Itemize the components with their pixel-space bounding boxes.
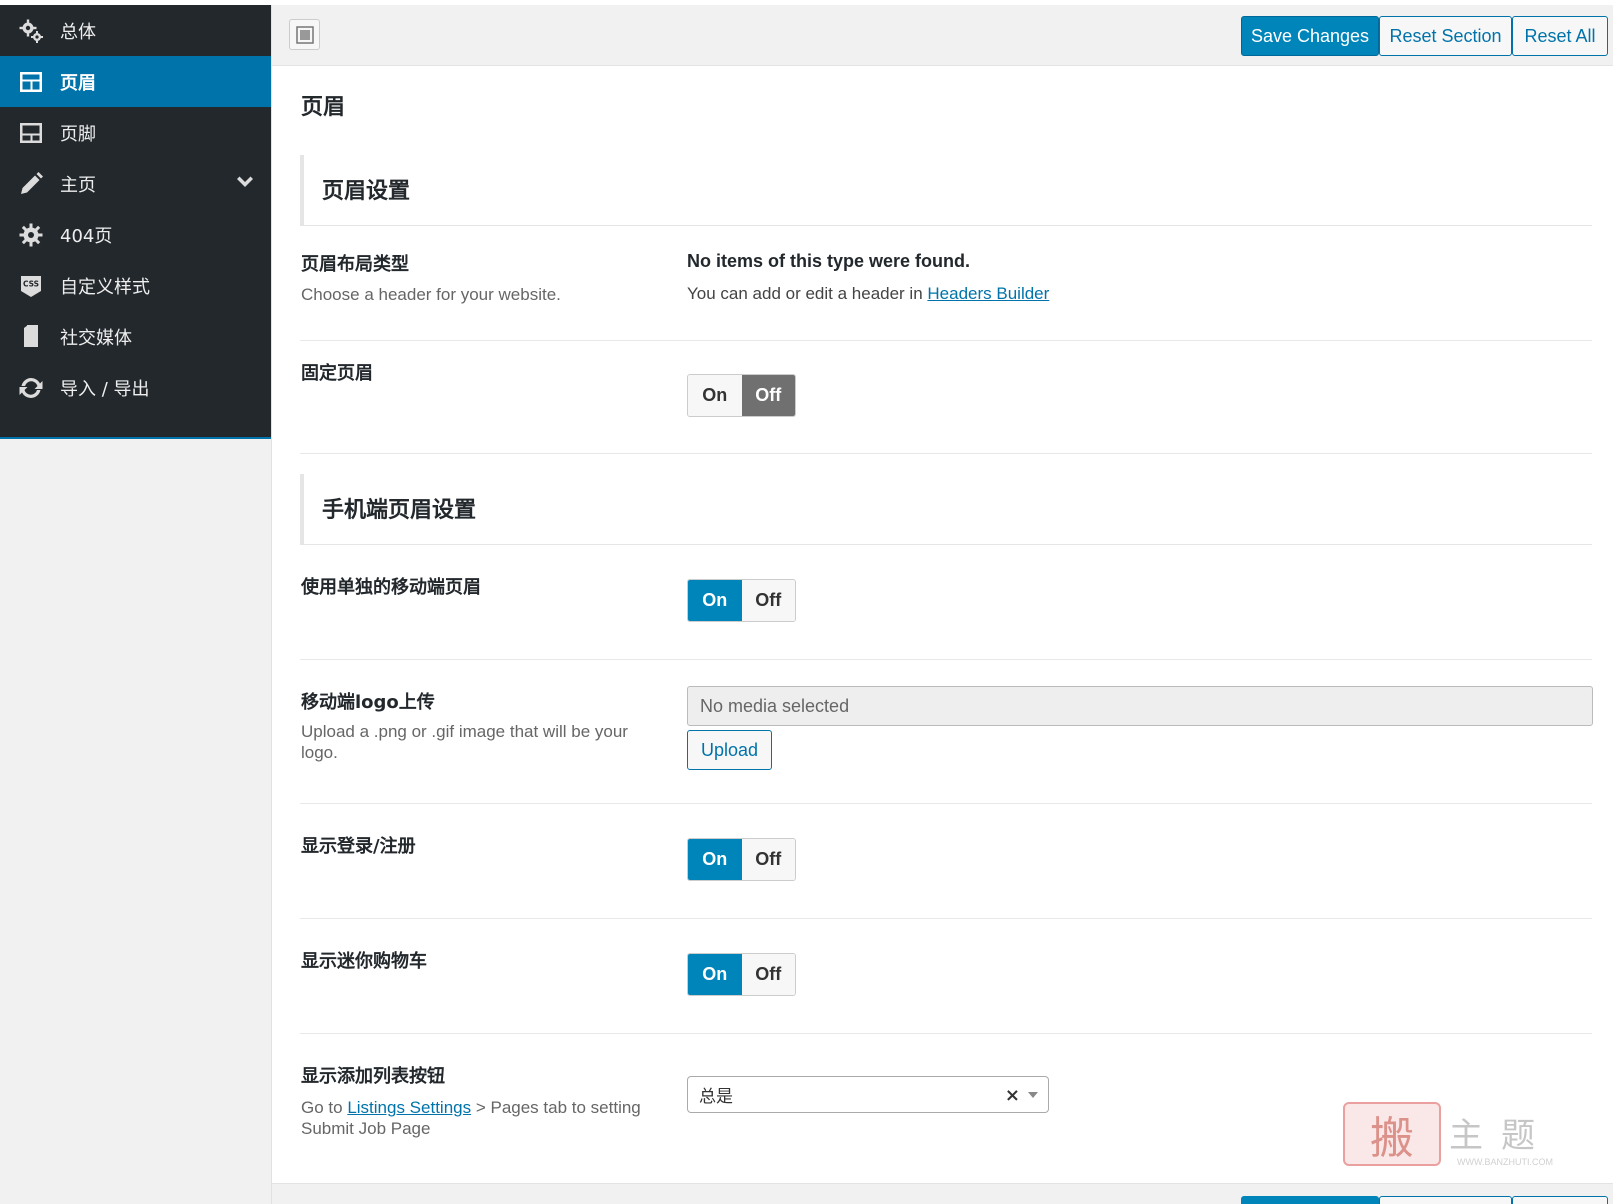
headers-builder-link[interactable]: Headers Builder: [927, 284, 1049, 303]
sidebar-item-label: 导入 / 导出: [60, 378, 150, 400]
upload-button[interactable]: Upload: [687, 730, 772, 770]
select-value: 总是: [699, 1087, 733, 1107]
document-icon: [18, 324, 44, 350]
switch-off-option[interactable]: Off: [741, 954, 795, 995]
row-divider: [300, 918, 1592, 919]
headers-builder-hint: You can add or edit a header in Headers …: [687, 284, 1049, 304]
footer-reset-section-button[interactable]: [1379, 1196, 1512, 1204]
section-header-settings: 页眉设置: [300, 155, 1592, 226]
sticky-header-switch: On Off: [687, 374, 796, 417]
save-changes-button[interactable]: Save Changes: [1241, 16, 1379, 56]
options-sidebar: 总体 页眉 页脚 主页 404页 CSS 自定义样式 社交媒体 导入 / 导出: [0, 5, 271, 439]
sidebar-item-import-export[interactable]: 导入 / 导出: [0, 362, 271, 413]
expand-options-button[interactable]: [289, 19, 320, 50]
sidebar-item-homepage[interactable]: 主页: [0, 158, 271, 209]
sidebar-item-footer[interactable]: 页脚: [0, 107, 271, 158]
sidebar-item-general[interactable]: 总体: [0, 5, 271, 56]
dropdown-arrow-icon[interactable]: [1028, 1092, 1038, 1098]
sidebar-item-404[interactable]: 404页: [0, 209, 271, 260]
sidebar-item-label: 页脚: [60, 123, 96, 145]
separate-mobile-header-switch: On Off: [687, 579, 796, 622]
switch-off-option[interactable]: Off: [741, 580, 795, 621]
sidebar-item-label: 页眉: [60, 72, 96, 94]
field-title: 显示迷你购物车: [301, 951, 427, 972]
field-description: Choose a header for your website.: [301, 285, 561, 304]
gear-icon: [18, 222, 44, 248]
field-title: 移动端logo上传: [301, 692, 435, 713]
gears-icon: [18, 18, 44, 44]
switch-on-option[interactable]: On: [688, 954, 742, 995]
media-url-input[interactable]: No media selected: [687, 686, 1593, 726]
options-panel: Save Changes Reset Section Reset All 页眉 …: [271, 5, 1613, 1204]
row-divider: [300, 340, 1592, 341]
footer-reset-all-button[interactable]: [1512, 1196, 1608, 1204]
row-divider: [300, 453, 1592, 454]
field-title: 显示登录/注册: [301, 836, 416, 857]
field-title: 显示添加列表按钮: [301, 1066, 445, 1087]
add-listing-select[interactable]: 总是 ×: [687, 1076, 1049, 1113]
reset-all-button[interactable]: Reset All: [1512, 16, 1608, 56]
css-icon: CSS: [18, 273, 44, 299]
sidebar-item-label: 总体: [60, 21, 96, 43]
field-title: 页眉布局类型: [301, 254, 409, 275]
field-title: 使用单独的移动端页眉: [301, 577, 481, 598]
watermark-url: WWW.BANZHUTI.COM: [1457, 1157, 1553, 1167]
chevron-down-icon[interactable]: [235, 173, 255, 193]
site-watermark: 搬 主题 WWW.BANZHUTI.COM: [1343, 1102, 1573, 1172]
show-login-switch: On Off: [687, 838, 796, 881]
sidebar-item-social[interactable]: 社交媒体: [0, 311, 271, 362]
pencil-icon: [18, 171, 44, 197]
sidebar-item-custom-css[interactable]: CSS 自定义样式: [0, 260, 271, 311]
switch-off-option[interactable]: Off: [741, 839, 795, 880]
footer-layout-icon: [18, 120, 44, 146]
field-description: Go to Listings Settings > Pages tab to s…: [301, 1097, 651, 1139]
row-divider: [300, 659, 1592, 660]
row-divider: [300, 1033, 1592, 1034]
sidebar-item-label: 主页: [60, 174, 96, 196]
refresh-icon: [18, 375, 44, 401]
no-items-notice: No items of this type were found.: [687, 251, 971, 271]
switch-off-option[interactable]: Off: [741, 375, 795, 416]
header-layout-icon: [18, 69, 44, 95]
options-toolbar: Save Changes Reset Section Reset All: [272, 5, 1613, 66]
svg-text:CSS: CSS: [23, 279, 39, 288]
section-mobile-header-settings: 手机端页眉设置: [300, 474, 1592, 545]
field-title: 固定页眉: [301, 363, 373, 384]
layout-toggle-icon: [295, 25, 314, 44]
watermark-text: 主题: [1449, 1116, 1553, 1156]
sidebar-item-label: 自定义样式: [60, 276, 150, 298]
desc-prefix: Go to: [301, 1098, 348, 1117]
options-footer-bar: [272, 1183, 1613, 1204]
sidebar-item-label: 404页: [60, 225, 113, 247]
switch-on-option[interactable]: On: [688, 375, 742, 416]
watermark-stamp: 搬: [1343, 1102, 1441, 1166]
section-title: 手机端页眉设置: [322, 498, 477, 523]
sidebar-item-label: 社交媒体: [60, 327, 132, 349]
switch-on-option[interactable]: On: [688, 580, 742, 621]
switch-on-option[interactable]: On: [688, 839, 742, 880]
sidebar-bottom-border: [0, 437, 271, 439]
row-divider: [300, 803, 1592, 804]
footer-save-button[interactable]: [1241, 1196, 1379, 1204]
reset-section-button[interactable]: Reset Section: [1379, 16, 1512, 56]
field-description: Upload a .png or .gif image that will be…: [301, 722, 628, 762]
section-title: 页眉设置: [322, 179, 411, 204]
show-mini-cart-switch: On Off: [687, 953, 796, 996]
page-title: 页眉: [301, 95, 346, 120]
clear-selection-icon[interactable]: ×: [1005, 1085, 1020, 1106]
listings-settings-link[interactable]: Listings Settings: [347, 1098, 471, 1117]
hint-prefix: You can add or edit a header in: [687, 284, 928, 303]
sidebar-item-header[interactable]: 页眉: [0, 56, 271, 107]
